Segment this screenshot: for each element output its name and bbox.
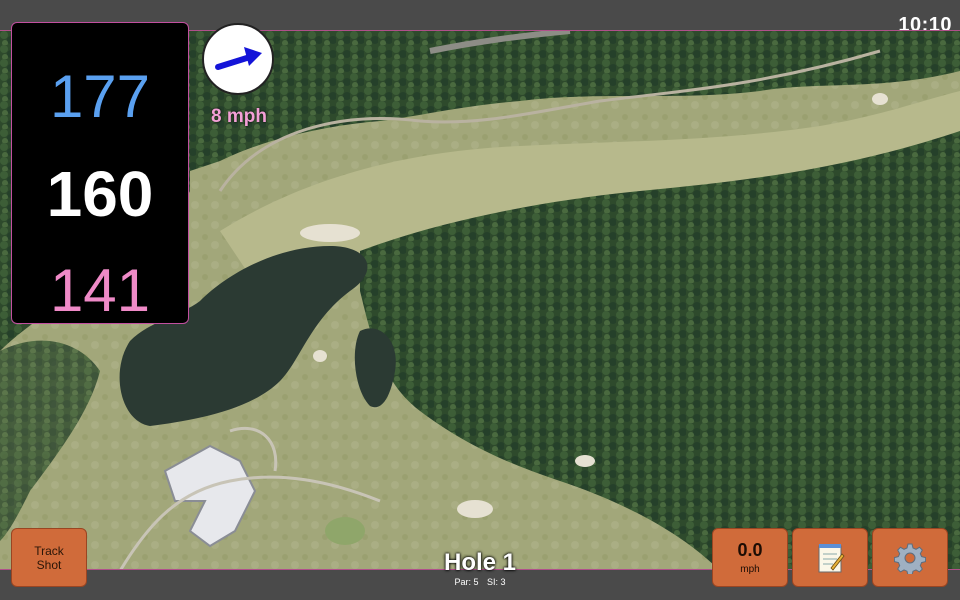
gear-icon (894, 543, 926, 574)
settings-button[interactable] (872, 528, 948, 587)
back-of-green-distance: 177 (49, 63, 151, 130)
wind-direction-arrow-icon (215, 47, 262, 70)
middle-of-green-distance: 160 (46, 158, 154, 230)
notes-button[interactable] (792, 528, 868, 587)
speed-value: 0.0 (737, 540, 763, 560)
hole-stroke-index: SI: 3 (487, 577, 506, 587)
speed-unit: mph (740, 564, 760, 575)
speed-button[interactable]: 0.0 mph (712, 528, 788, 587)
hole-title: Hole 1 (443, 549, 517, 576)
front-of-green-distance: 141 (49, 257, 151, 324)
track-shot-button[interactable]: Track Shot (11, 528, 87, 587)
wind-indicator (202, 23, 274, 95)
wind-speed-label: 8 mph (211, 106, 267, 127)
hole-details: Par: 5 SI: 3 (380, 577, 580, 587)
track-shot-label-line2: Shot (36, 557, 62, 572)
notepad-icon (818, 543, 845, 572)
hole-par: Par: 5 (454, 577, 479, 587)
track-shot-label-line1: Track (34, 543, 64, 558)
golf-gps-app: 10:10 177 160 141 8 mph Track Shot Hole … (0, 0, 960, 600)
distance-panel: 177 160 141 (11, 22, 189, 324)
